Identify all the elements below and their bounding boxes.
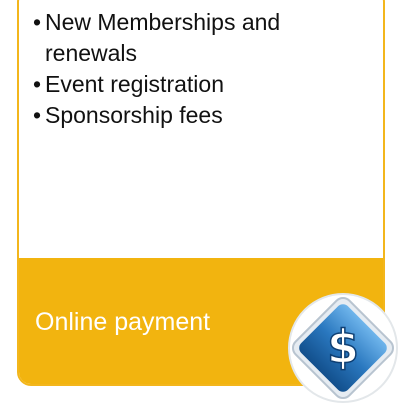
dollar-symbol: $ [327,320,359,374]
dollar-sign-icon: $ [288,293,398,403]
footer-title: Online payment [35,308,211,336]
bullet-list: • New Memberships and renewals • Event r… [33,7,345,131]
bullet-marker: • [33,102,42,128]
list-item-text: Event registration [45,71,224,97]
list-item: • Sponsorship fees [33,100,345,131]
list-item-text: New Memberships and renewals [45,9,281,66]
bullet-marker: • [33,71,42,97]
bullet-marker: • [33,9,42,35]
list-item: • Event registration [33,69,345,100]
list-item: • New Memberships and renewals [33,7,345,69]
list-item-text: Sponsorship fees [45,102,223,128]
